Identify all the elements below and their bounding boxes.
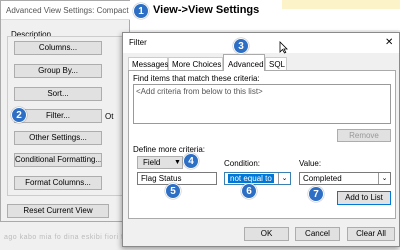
field-dropdown-button[interactable]: Field ▼ xyxy=(137,156,183,169)
value-input[interactable]: Completed ⌄ xyxy=(299,172,391,185)
conditional-formatting-button[interactable]: Conditional Formatting... xyxy=(14,153,102,167)
value-chevron-icon[interactable]: ⌄ xyxy=(378,173,390,184)
tab-advanced-label: Advanced xyxy=(228,60,264,69)
filter-button[interactable]: Filter... xyxy=(14,109,102,123)
tab-messages-label: Messages xyxy=(132,60,169,69)
tab-sql-label: SQL xyxy=(269,60,286,69)
filter-dialog: Filter ✕ Messages More Choices Advanced … xyxy=(122,32,400,247)
tab-more-choices[interactable]: More Choices xyxy=(168,57,223,70)
step-5-marker: 5 xyxy=(165,183,181,199)
value-text: Completed xyxy=(303,174,342,183)
add-to-list-button[interactable]: Add to List xyxy=(337,191,391,205)
ok-button[interactable]: OK xyxy=(244,227,289,241)
condition-value: not equal to xyxy=(228,174,274,183)
criteria-label: Find items that match these criteria: xyxy=(133,74,260,83)
format-columns-button[interactable]: Format Columns... xyxy=(14,176,102,190)
tab-messages[interactable]: Messages xyxy=(128,57,168,70)
back-dialog-titlebar: Advanced View Settings: Compact xyxy=(1,1,131,20)
remove-button[interactable]: Remove xyxy=(337,129,391,142)
back-dialog-caption: ago kabo mia fo dina eskibi fiori fra xyxy=(4,234,131,241)
step-2-marker: 2 xyxy=(11,107,27,123)
sort-button[interactable]: Sort... xyxy=(14,87,102,101)
step-7-marker: 7 xyxy=(308,186,324,202)
filter-title: Filter xyxy=(129,38,147,47)
condition-select[interactable]: not equal to ⌄ xyxy=(224,172,291,185)
back-dialog-title: Advanced View Settings: Compact xyxy=(6,6,129,15)
group-by-button[interactable]: Group By... xyxy=(14,64,102,78)
condition-label: Condition: xyxy=(224,159,261,168)
field-name-input[interactable]: Flag Status xyxy=(137,172,217,185)
columns-button[interactable]: Columns... xyxy=(14,41,102,55)
reset-current-view-button[interactable]: Reset Current View xyxy=(7,204,109,218)
other-settings-button[interactable]: Other Settings... xyxy=(14,131,102,145)
backdrop-accent xyxy=(282,0,400,9)
step-6-marker: 6 xyxy=(241,183,257,199)
step-1-caption: View->View Settings xyxy=(153,4,260,16)
criteria-list[interactable]: <Add criteria from below to this list> xyxy=(133,84,391,124)
criteria-placeholder: <Add criteria from below to this list> xyxy=(136,87,263,96)
step-3-marker: 3 xyxy=(233,38,249,54)
field-label: Field xyxy=(143,158,161,167)
tab-sql[interactable]: SQL xyxy=(265,57,287,70)
value-label: Value: xyxy=(299,159,322,168)
condition-chevron-icon[interactable]: ⌄ xyxy=(278,173,290,184)
tab-more-choices-label: More Choices xyxy=(172,60,222,69)
define-criteria-label: Define more criteria: xyxy=(133,145,206,154)
filter-side-text: Ot xyxy=(105,112,114,121)
cancel-button[interactable]: Cancel xyxy=(295,227,340,241)
close-icon[interactable]: ✕ xyxy=(385,37,393,48)
filter-titlebar: Filter ✕ xyxy=(123,33,399,53)
step-4-marker: 4 xyxy=(183,153,199,169)
clear-all-button[interactable]: Clear All xyxy=(347,227,395,241)
chevron-down-icon: ▼ xyxy=(174,159,181,166)
mouse-cursor-icon xyxy=(279,41,288,54)
step-1-marker: 1 xyxy=(133,3,149,19)
tab-advanced[interactable]: Advanced xyxy=(223,54,265,71)
